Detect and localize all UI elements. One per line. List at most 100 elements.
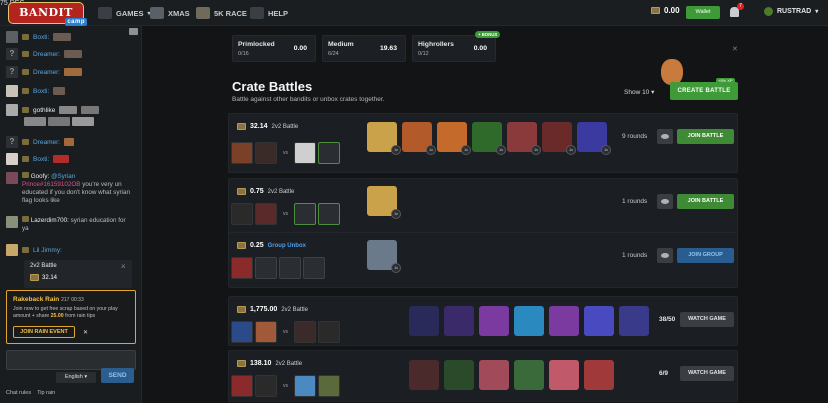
- unknown-avatar-icon: ?: [6, 48, 18, 60]
- nav-xmas[interactable]: XMAS: [150, 0, 190, 26]
- crate-icon: 1x: [577, 122, 611, 155]
- crate-icon: [549, 306, 579, 336]
- emote-icon: [64, 68, 83, 76]
- player-avatar: [231, 203, 253, 225]
- nav-5k-race[interactable]: 5K RACE: [196, 0, 247, 26]
- player-avatar: [294, 142, 316, 164]
- close-icon[interactable]: ✕: [83, 329, 88, 336]
- join-group-button[interactable]: JOIN GROUP: [677, 248, 734, 263]
- crate-icon: [514, 360, 544, 390]
- crown-icon: [196, 7, 210, 19]
- rank-icon: [22, 69, 29, 75]
- site-logo[interactable]: BANDIT camp: [8, 2, 87, 26]
- close-icon[interactable]: ✕: [732, 45, 738, 53]
- tab-highrollers[interactable]: Highrollers 0/12 0.00: [412, 35, 496, 62]
- empty-slot[interactable]: [255, 257, 277, 279]
- swords-icon: ⚔: [120, 264, 126, 270]
- rank-icon: [22, 139, 29, 145]
- empty-slot[interactable]: [303, 257, 325, 279]
- eye-icon[interactable]: [657, 129, 673, 144]
- rank-icon: [22, 172, 29, 178]
- coin-icon: [237, 306, 246, 313]
- avatar: [6, 85, 18, 97]
- crate-icon: 1x: [542, 122, 576, 155]
- help-icon: [250, 7, 264, 19]
- coin-icon: [237, 242, 246, 249]
- join-slot[interactable]: [294, 203, 316, 225]
- shared-battle-card[interactable]: 2v2 Battle 32.14 ⚔: [24, 260, 132, 288]
- avatar: [6, 244, 18, 256]
- join-slot[interactable]: [318, 142, 340, 164]
- rank-icon: [22, 247, 29, 253]
- crate-icon: 1x: [507, 122, 541, 155]
- players: vs: [231, 203, 340, 225]
- watch-game-button[interactable]: WATCH GAME: [680, 366, 734, 381]
- crate-icon: [444, 306, 474, 336]
- player-avatar: [231, 142, 253, 164]
- eye-icon[interactable]: [657, 194, 673, 209]
- nav-games[interactable]: GAMES▾: [98, 0, 151, 26]
- crate-icon: [619, 306, 649, 336]
- chat-message: Boxti:: [6, 153, 70, 165]
- emote-icon: [48, 117, 70, 126]
- join-rain-button[interactable]: JOIN RAIN EVENT: [13, 326, 75, 338]
- page-subtitle: Battle against other bandits or unbox cr…: [232, 96, 385, 103]
- join-battle-button[interactable]: JOIN BATTLE: [677, 129, 734, 144]
- players: [231, 257, 325, 279]
- tab-primlocked[interactable]: Primlocked 0/16 0.00: [232, 35, 316, 62]
- chat-panel: Boxti: ? Dreamer: ? Dreamer: Boxti: gothli…: [0, 26, 142, 403]
- rank-icon: [22, 216, 29, 222]
- wallet-button[interactable]: Wallet: [686, 6, 720, 19]
- battle-row: 32.14 2v2 Battle vs 1x 1x 1x 1x 1x 1x 1x …: [228, 113, 738, 173]
- avatar: [764, 7, 773, 16]
- language-select[interactable]: English ▾: [56, 372, 96, 383]
- games-icon: [98, 7, 112, 19]
- unknown-avatar-icon: ?: [6, 136, 18, 148]
- eye-icon[interactable]: [657, 248, 673, 263]
- emote-row: [24, 117, 94, 126]
- player-avatar: [255, 142, 277, 164]
- chat-settings-icon[interactable]: [129, 28, 138, 35]
- emote-icon: [59, 106, 78, 114]
- tip-rain-link[interactable]: Tip rain: [37, 390, 55, 396]
- join-battle-button[interactable]: JOIN BATTLE: [677, 194, 734, 209]
- chat-message: ? Dreamer:: [6, 48, 83, 60]
- empty-slot[interactable]: [279, 257, 301, 279]
- balance: 0.00: [651, 6, 680, 15]
- emote-icon: [64, 50, 83, 58]
- xp-badge: +5% XP: [716, 78, 735, 84]
- players: vs: [231, 142, 340, 164]
- coin-icon: [30, 274, 39, 281]
- chat-message: Lazerdim700: syrian education for ya: [6, 216, 132, 233]
- coin-icon: [651, 7, 660, 14]
- player-avatar: [255, 321, 277, 343]
- player-avatar: [318, 321, 340, 343]
- emote-icon: [24, 117, 46, 126]
- chat-rules-link[interactable]: Chat rules: [6, 390, 31, 396]
- crate-list: 1x 1x 1x 1x 1x 1x 1x: [367, 122, 611, 155]
- notification-count: 7: [737, 3, 744, 10]
- chat-input[interactable]: [6, 350, 136, 370]
- crate-icon: 1x: [402, 122, 436, 155]
- nav-help[interactable]: HELP: [250, 0, 288, 26]
- player-avatar: [231, 375, 253, 397]
- user-menu[interactable]: RUSTRAD ▾: [764, 7, 818, 16]
- chat-message: Goofy: @Syrian Prince#16159102OB you're v…: [6, 172, 132, 205]
- avatar: [6, 104, 18, 116]
- crate-icon: [549, 360, 579, 390]
- create-battle-button[interactable]: CREATE BATTLE: [670, 82, 738, 100]
- send-button[interactable]: SEND: [101, 368, 134, 383]
- avatar: [6, 172, 18, 184]
- players: vs: [231, 321, 340, 343]
- player-avatar: [231, 321, 253, 343]
- join-slot[interactable]: [318, 203, 340, 225]
- tier-tabs: Primlocked 0/16 0.00 Medium 6/24 19.63 Highr…: [232, 35, 496, 62]
- crate-icon: [479, 360, 509, 390]
- watch-game-button[interactable]: WATCH GAME: [680, 312, 734, 327]
- avatar: [6, 216, 18, 228]
- player-avatar: [318, 375, 340, 397]
- crate-icon: [409, 360, 439, 390]
- crate-icon: 1x: [472, 122, 506, 155]
- tab-medium[interactable]: Medium 6/24 19.63: [322, 35, 406, 62]
- show-count-select[interactable]: Show 10 ▾: [624, 88, 654, 96]
